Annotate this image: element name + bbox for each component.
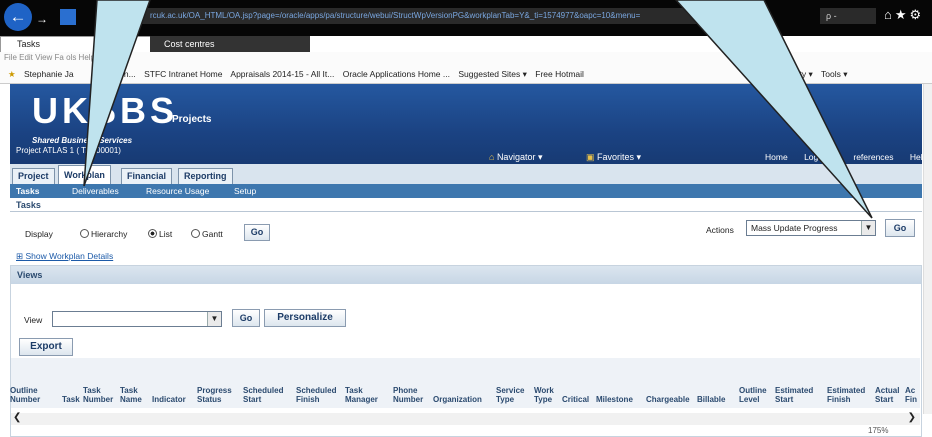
horizontal-scrollbar[interactable]: ❮ ❯ (11, 412, 920, 425)
radio-gantt[interactable]: Gantt (191, 229, 223, 239)
column-header[interactable]: Work Type (534, 386, 554, 404)
column-header[interactable]: Phone Number (393, 386, 423, 404)
show-workplan-details-link[interactable]: ⊞ Show Workplan Details (16, 251, 113, 262)
column-header[interactable]: Service Type (496, 386, 524, 404)
search-box[interactable]: ρ - (820, 8, 876, 24)
favorites-menu[interactable]: ▣ Favorites ▾ (586, 152, 641, 163)
column-header[interactable]: Actual Start (875, 386, 899, 404)
column-header[interactable]: Progress Status (197, 386, 232, 404)
fav-tail-safety[interactable]: Safety ▾ (782, 69, 813, 79)
tasks-heading: Tasks (10, 198, 922, 212)
column-header[interactable]: Task (62, 386, 80, 404)
column-header[interactable]: Ac Fin (905, 386, 917, 404)
browser-tab-cost-centres[interactable]: Cost centres (150, 36, 310, 52)
column-header[interactable]: Organization (433, 386, 482, 404)
fav-item-suggested[interactable]: Suggested Sites ▾ (458, 69, 527, 79)
uksbs-logo: UKSBS (32, 90, 179, 131)
browser-tab-tasks[interactable]: Tasks (0, 36, 168, 52)
subtab-setup[interactable]: Setup (234, 184, 256, 198)
subtab-resource-usage[interactable]: Resource Usage (146, 184, 209, 198)
radio-icon (191, 229, 200, 238)
tab-reporting[interactable]: Reporting (178, 168, 233, 184)
address-bar[interactable]: rcuk.ac.uk/OA_HTML/OA.jsp?page=/oracle/a… (132, 8, 724, 24)
view-label: View (24, 315, 43, 325)
chevron-down-icon[interactable]: ▼ (207, 312, 221, 326)
home-star-gear-icons[interactable]: ⌂★⚙ (884, 7, 924, 23)
navigator-menu[interactable]: ⌂ Navigator ▾ (489, 152, 542, 163)
views-region (10, 265, 922, 437)
browser-menubar[interactable]: File Edit View Fa ols Help (0, 52, 932, 64)
column-header[interactable]: Outline Number (10, 386, 40, 404)
forward-icon[interactable]: → (36, 12, 48, 26)
fav-item-hotmail[interactable]: Free Hotmail (535, 69, 584, 79)
column-header[interactable]: Estimated Finish (827, 386, 865, 404)
export-button[interactable]: Export (19, 338, 73, 356)
global-links: Home Logo references Help (765, 152, 932, 162)
zoom-level[interactable]: 175% (868, 426, 888, 435)
star-icon: ★ (8, 69, 16, 79)
page-title: Projects (172, 114, 212, 125)
fav-user[interactable]: Stephanie Ja (24, 69, 74, 79)
fav-item-appraisals[interactable]: Appraisals 2014-15 - All It... (230, 69, 334, 79)
radio-hierarchy[interactable]: Hierarchy (80, 229, 127, 239)
link-home[interactable]: Home (765, 152, 788, 162)
fav-in[interactable]: in... (122, 69, 136, 79)
radio-list[interactable]: List (148, 229, 172, 239)
view-go-button[interactable]: Go (232, 309, 260, 327)
views-heading: Views (11, 266, 921, 284)
scroll-left-icon[interactable]: ❮ (13, 412, 21, 423)
subtab-tasks[interactable]: Tasks (16, 184, 39, 198)
favorites-bar: ★ Stephanie Ja in... STFC Intranet Home … (0, 64, 932, 84)
column-header[interactable]: Task Number (83, 386, 113, 404)
chevron-down-icon[interactable]: ▼ (861, 221, 875, 235)
back-icon[interactable]: ← (4, 3, 32, 31)
column-header[interactable]: Milestone (596, 386, 633, 404)
link-logout[interactable]: Logo (804, 152, 823, 162)
subtab-bar: Tasks Deliverables Resource Usage Setup (10, 184, 922, 198)
tab-workplan[interactable]: Workplan (58, 165, 111, 184)
radio-selected-icon (148, 229, 157, 238)
view-select[interactable]: ▼ (52, 311, 222, 327)
subtab-deliverables[interactable]: Deliverables (72, 184, 119, 198)
scroll-right-icon[interactable]: ❯ (908, 412, 916, 423)
fav-item-oracle[interactable]: Oracle Applications Home ... (343, 69, 450, 79)
fav-item-stfc[interactable]: STFC Intranet Home (144, 69, 222, 79)
column-header[interactable]: Scheduled Finish (296, 386, 336, 404)
column-header[interactable]: Outline Level (739, 386, 767, 404)
display-go-button[interactable]: Go (244, 224, 270, 241)
column-header[interactable]: Scheduled Start (243, 386, 283, 404)
column-header[interactable]: Estimated Start (775, 386, 813, 404)
personalize-button[interactable]: Personalize (264, 309, 346, 327)
actions-go-button[interactable]: Go (885, 219, 915, 237)
actions-label: Actions (706, 225, 734, 235)
column-header[interactable]: Billable (697, 386, 725, 404)
tab-financial[interactable]: Financial (121, 168, 173, 184)
site-icon (60, 9, 76, 25)
column-header[interactable]: Task Manager (345, 386, 378, 404)
fav-tail-e[interactable]: e ▾ (762, 69, 773, 79)
column-header[interactable]: Indicator (152, 386, 186, 404)
logo-tagline: Shared Business Services (32, 136, 133, 145)
vertical-scrollbar[interactable] (923, 84, 932, 414)
radio-icon (80, 229, 89, 238)
link-preferences[interactable]: references (853, 152, 893, 162)
column-header[interactable]: Task Name (120, 386, 142, 404)
tab-project[interactable]: Project (12, 168, 55, 184)
project-id: Project ATLAS 1 ( TAK00001) (16, 146, 121, 155)
column-header[interactable]: Chargeable (646, 386, 690, 404)
column-header[interactable]: Critical (562, 386, 589, 404)
display-label: Display (25, 229, 53, 239)
actions-select[interactable]: Mass Update Progress ▼ (746, 220, 876, 236)
fav-tail-tools[interactable]: Tools ▾ (821, 69, 847, 79)
